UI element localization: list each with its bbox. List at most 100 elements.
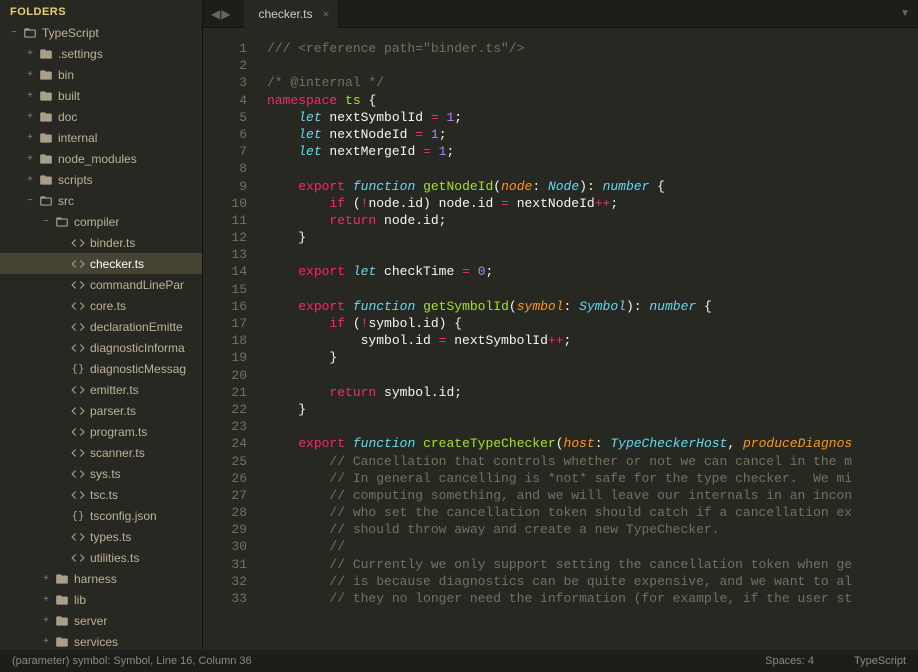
file-item[interactable]: sys.ts: [0, 463, 202, 484]
code-line[interactable]: [267, 281, 918, 298]
folder-item[interactable]: +lib: [0, 589, 202, 610]
file-item[interactable]: {}tsconfig.json: [0, 505, 202, 526]
code-line[interactable]: /// <reference path="binder.ts"/>: [267, 40, 918, 57]
file-item[interactable]: binder.ts: [0, 232, 202, 253]
file-item[interactable]: parser.ts: [0, 400, 202, 421]
folder-item[interactable]: −TypeScript: [0, 22, 202, 43]
tree-item-label: tsconfig.json: [90, 509, 157, 523]
code-line[interactable]: [267, 246, 918, 263]
file-item[interactable]: {}diagnosticMessag: [0, 358, 202, 379]
folder-item[interactable]: +harness: [0, 568, 202, 589]
json-file-icon: {}: [70, 362, 86, 375]
folder-item[interactable]: +bin: [0, 64, 202, 85]
disclosure-icon[interactable]: −: [24, 195, 36, 206]
code-line[interactable]: if (!node.id) node.id = nextNodeId++;: [267, 195, 918, 212]
disclosure-icon[interactable]: +: [40, 594, 52, 605]
tree-item-label: .settings: [58, 47, 103, 61]
folder-item[interactable]: +internal: [0, 127, 202, 148]
code-line[interactable]: let nextSymbolId = 1;: [267, 109, 918, 126]
disclosure-icon[interactable]: +: [24, 174, 36, 185]
code-line[interactable]: //: [267, 538, 918, 555]
file-item[interactable]: emitter.ts: [0, 379, 202, 400]
code-line[interactable]: }: [267, 349, 918, 366]
code-line[interactable]: return symbol.id;: [267, 384, 918, 401]
folder-item[interactable]: +services: [0, 631, 202, 650]
line-number: 15: [203, 281, 247, 298]
file-item[interactable]: core.ts: [0, 295, 202, 316]
code-area[interactable]: /// <reference path="binder.ts"/> /* @in…: [261, 28, 918, 650]
code-line[interactable]: let nextMergeId = 1;: [267, 143, 918, 160]
code-line[interactable]: let nextNodeId = 1;: [267, 126, 918, 143]
close-icon[interactable]: ×: [323, 7, 330, 21]
tab-overflow-icon[interactable]: ▼: [900, 8, 910, 19]
line-number: 5: [203, 109, 247, 126]
line-number: 23: [203, 418, 247, 435]
folder-item[interactable]: −compiler: [0, 211, 202, 232]
folder-item[interactable]: +built: [0, 85, 202, 106]
code-line[interactable]: // Cancellation that controls whether or…: [267, 453, 918, 470]
tab-checker[interactable]: checker.ts ×: [244, 0, 337, 28]
code-line[interactable]: export function getNodeId(node: Node): n…: [267, 178, 918, 195]
code-line[interactable]: }: [267, 229, 918, 246]
code-line[interactable]: // is because diagnostics can be quite e…: [267, 573, 918, 590]
tab-nav-forward-icon[interactable]: ▶: [221, 7, 230, 21]
file-item[interactable]: utilities.ts: [0, 547, 202, 568]
disclosure-icon[interactable]: +: [24, 69, 36, 80]
line-number: 9: [203, 178, 247, 195]
folder-icon: [38, 89, 54, 103]
editor[interactable]: 1234567891011121314151617181920212223242…: [203, 28, 918, 650]
folder-item[interactable]: −src: [0, 190, 202, 211]
file-item[interactable]: declarationEmitte: [0, 316, 202, 337]
status-language[interactable]: TypeScript: [854, 655, 906, 667]
code-line[interactable]: // should throw away and create a new Ty…: [267, 521, 918, 538]
code-line[interactable]: // In general cancelling is *not* safe f…: [267, 470, 918, 487]
folder-item[interactable]: +node_modules: [0, 148, 202, 169]
file-item[interactable]: checker.ts: [0, 253, 202, 274]
code-line[interactable]: return node.id;: [267, 212, 918, 229]
folder-item[interactable]: +scripts: [0, 169, 202, 190]
disclosure-icon[interactable]: +: [24, 132, 36, 143]
file-item[interactable]: program.ts: [0, 421, 202, 442]
disclosure-icon[interactable]: +: [24, 90, 36, 101]
code-line[interactable]: }: [267, 401, 918, 418]
status-hint[interactable]: (parameter) symbol: Symbol, Line 16, Col…: [12, 655, 252, 667]
status-indent[interactable]: Spaces: 4: [765, 655, 814, 667]
line-number: 14: [203, 263, 247, 280]
code-line[interactable]: // Currently we only support setting the…: [267, 556, 918, 573]
disclosure-icon[interactable]: −: [40, 216, 52, 227]
code-line[interactable]: [267, 160, 918, 177]
code-line[interactable]: export function getSymbolId(symbol: Symb…: [267, 298, 918, 315]
folder-item[interactable]: +server: [0, 610, 202, 631]
disclosure-icon[interactable]: +: [24, 153, 36, 164]
code-line[interactable]: // they no longer need the information (…: [267, 590, 918, 607]
code-line[interactable]: [267, 367, 918, 384]
folder-tree[interactable]: −TypeScript + .settings +bin+built+doc+inte…: [0, 22, 202, 650]
file-item[interactable]: commandLinePar: [0, 274, 202, 295]
code-line[interactable]: // who set the cancellation token should…: [267, 504, 918, 521]
file-item[interactable]: types.ts: [0, 526, 202, 547]
file-item[interactable]: tsc.ts: [0, 484, 202, 505]
tab-nav-back-icon[interactable]: ◀: [211, 7, 220, 21]
disclosure-icon[interactable]: −: [8, 27, 20, 38]
code-line[interactable]: export let checkTime = 0;: [267, 263, 918, 280]
folder-icon: [38, 152, 54, 166]
file-item[interactable]: diagnosticInforma: [0, 337, 202, 358]
code-line[interactable]: [267, 418, 918, 435]
code-line[interactable]: // computing something, and we will leav…: [267, 487, 918, 504]
folder-item[interactable]: + .settings: [0, 43, 202, 64]
code-line[interactable]: symbol.id = nextSymbolId++;: [267, 332, 918, 349]
folder-item[interactable]: +doc: [0, 106, 202, 127]
line-number: 20: [203, 367, 247, 384]
disclosure-icon[interactable]: +: [40, 636, 52, 647]
code-line[interactable]: /* @internal */: [267, 74, 918, 91]
code-line[interactable]: namespace ts {: [267, 92, 918, 109]
code-line[interactable]: if (!symbol.id) {: [267, 315, 918, 332]
code-line[interactable]: [267, 57, 918, 74]
disclosure-icon[interactable]: +: [40, 615, 52, 626]
file-item[interactable]: scanner.ts: [0, 442, 202, 463]
code-file-icon: [70, 404, 86, 418]
disclosure-icon[interactable]: +: [24, 111, 36, 122]
disclosure-icon[interactable]: +: [40, 573, 52, 584]
code-line[interactable]: export function createTypeChecker(host: …: [267, 435, 918, 452]
disclosure-icon[interactable]: +: [24, 48, 36, 59]
